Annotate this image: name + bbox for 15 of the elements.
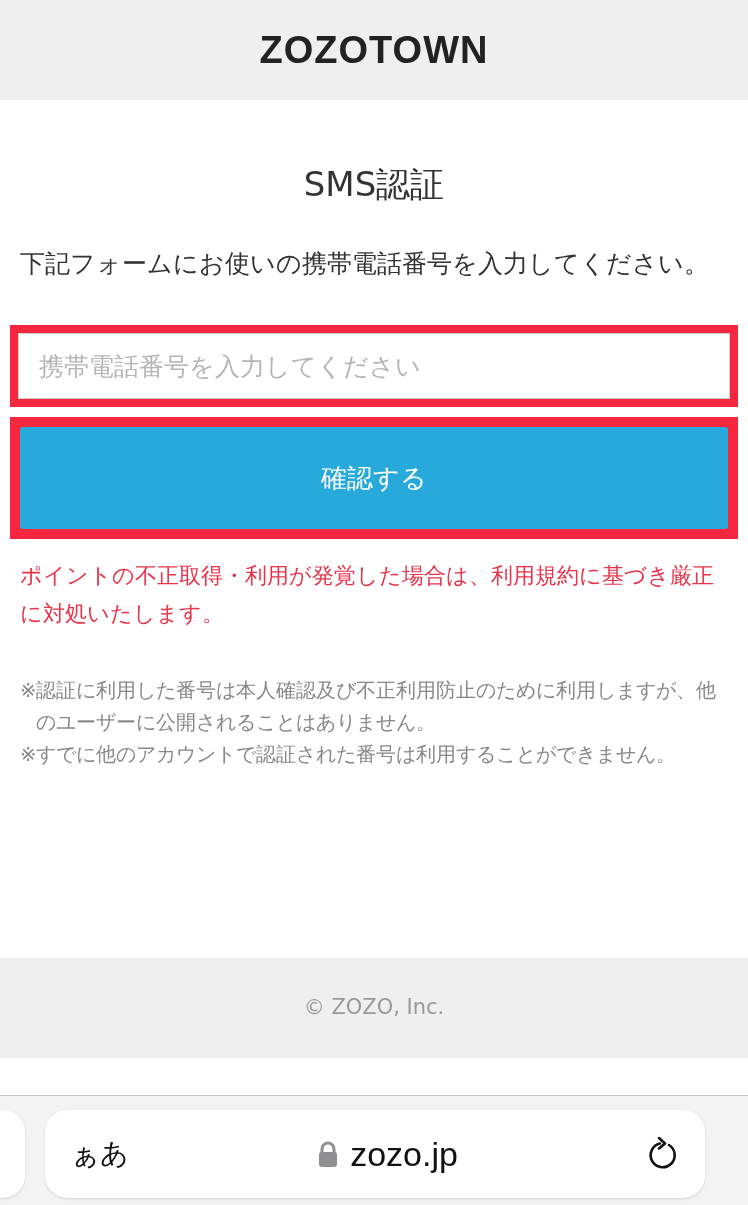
url-text[interactable]: zozo.jp — [350, 1128, 458, 1180]
lock-icon — [318, 1140, 339, 1168]
address-bar[interactable]: ぁあ zozo.jp — [45, 1110, 705, 1198]
warning-text: ポイントの不正取得・利用が発覚した場合は、利用規約に基づき厳正に対処いたします。 — [20, 562, 715, 628]
copyright-text: © ZOZO, Inc. — [303, 994, 445, 1022]
logo[interactable]: ZOZOTOWN — [259, 21, 489, 79]
intro-text: 下記フォームにお使いの携帯電話番号を入力してください。 — [20, 248, 710, 280]
phone-input-field[interactable]: 携帯電話番号を入力してください — [18, 333, 730, 399]
note-mark: ※ — [20, 678, 37, 704]
note-text: すでに他のアカウントで認証された番号は利用することができません。 — [36, 742, 677, 768]
page-title: SMS認証 — [302, 163, 446, 206]
note-mark: ※ — [20, 742, 37, 768]
text-size-button[interactable]: ぁあ — [71, 1133, 129, 1175]
note-text: 認証に利用した番号は本人確認及び不正利用防止のために利用しますが、他のユーザーに公開されることはありません。 — [36, 678, 718, 736]
reload-icon[interactable] — [647, 1137, 679, 1171]
